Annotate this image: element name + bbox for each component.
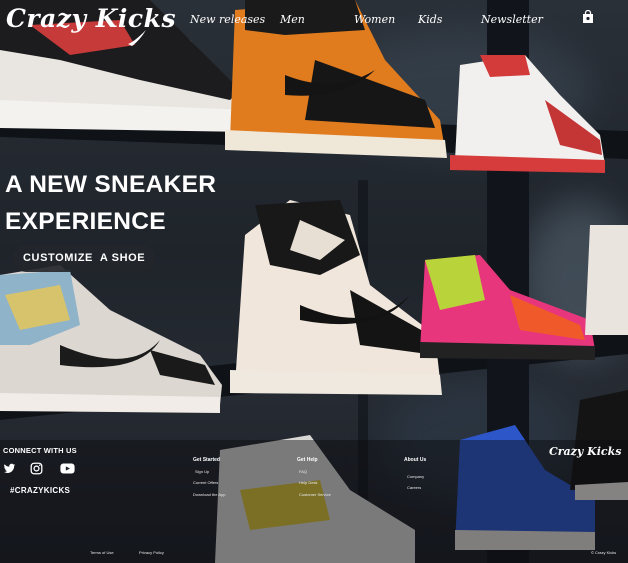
footer-link-download-app[interactable]: Download the App bbox=[193, 492, 225, 497]
footer-link-careers[interactable]: Careers bbox=[407, 485, 421, 490]
privacy-policy-link[interactable]: Privacy Policy bbox=[139, 550, 164, 555]
footer-link-current-offers[interactable]: Current Offers bbox=[193, 480, 218, 485]
shopping-bag-icon[interactable] bbox=[581, 10, 595, 24]
footer-brand-logo[interactable]: Crazy Kicks bbox=[549, 445, 621, 458]
footer-link-help-desk[interactable]: Help Desk bbox=[299, 480, 317, 485]
nav-new-releases[interactable]: New releases bbox=[190, 13, 265, 26]
hashtag[interactable]: #CRAZYKICKS bbox=[10, 486, 70, 495]
instagram-icon[interactable] bbox=[30, 462, 43, 475]
nav-women[interactable]: Women bbox=[354, 13, 395, 26]
hero-title-line-2: EXPERIENCE bbox=[5, 208, 166, 235]
footer-link-faq[interactable]: FAQ bbox=[299, 469, 307, 474]
footer-col-get-started-title: Get Started bbox=[193, 457, 220, 463]
footer-link-sign-up[interactable]: Sign Up bbox=[195, 469, 209, 474]
nav-kids[interactable]: Kids bbox=[418, 13, 442, 26]
copyright-text: © Crazy Kicks bbox=[591, 550, 617, 555]
brand-logo[interactable]: Crazy Kicks bbox=[6, 4, 176, 33]
footer-link-company[interactable]: Company bbox=[407, 474, 424, 479]
connect-with-us-heading: CONNECT WITH US bbox=[3, 446, 77, 455]
nav-men[interactable]: Men bbox=[280, 13, 305, 26]
footer-col-get-help-title: Get Help bbox=[297, 457, 318, 463]
hero-title: A NEW SNEAKER EXPERIENCE bbox=[5, 166, 216, 240]
footer-link-customer-service[interactable]: Customer Service bbox=[299, 492, 331, 497]
hero-title-line-1: A NEW SNEAKER bbox=[5, 171, 217, 198]
youtube-icon[interactable] bbox=[60, 462, 75, 475]
hero-background-image bbox=[0, 0, 628, 563]
footer-col-about-us-title: About Us bbox=[404, 457, 427, 463]
customize-shoe-button[interactable]: CUSTOMIZE A SHOE bbox=[13, 245, 156, 272]
twitter-icon[interactable] bbox=[3, 462, 16, 475]
logo-swoosh-icon bbox=[128, 30, 146, 46]
nav-newsletter[interactable]: Newsletter bbox=[481, 13, 543, 26]
terms-of-use-link[interactable]: Terms of Use bbox=[90, 550, 114, 555]
